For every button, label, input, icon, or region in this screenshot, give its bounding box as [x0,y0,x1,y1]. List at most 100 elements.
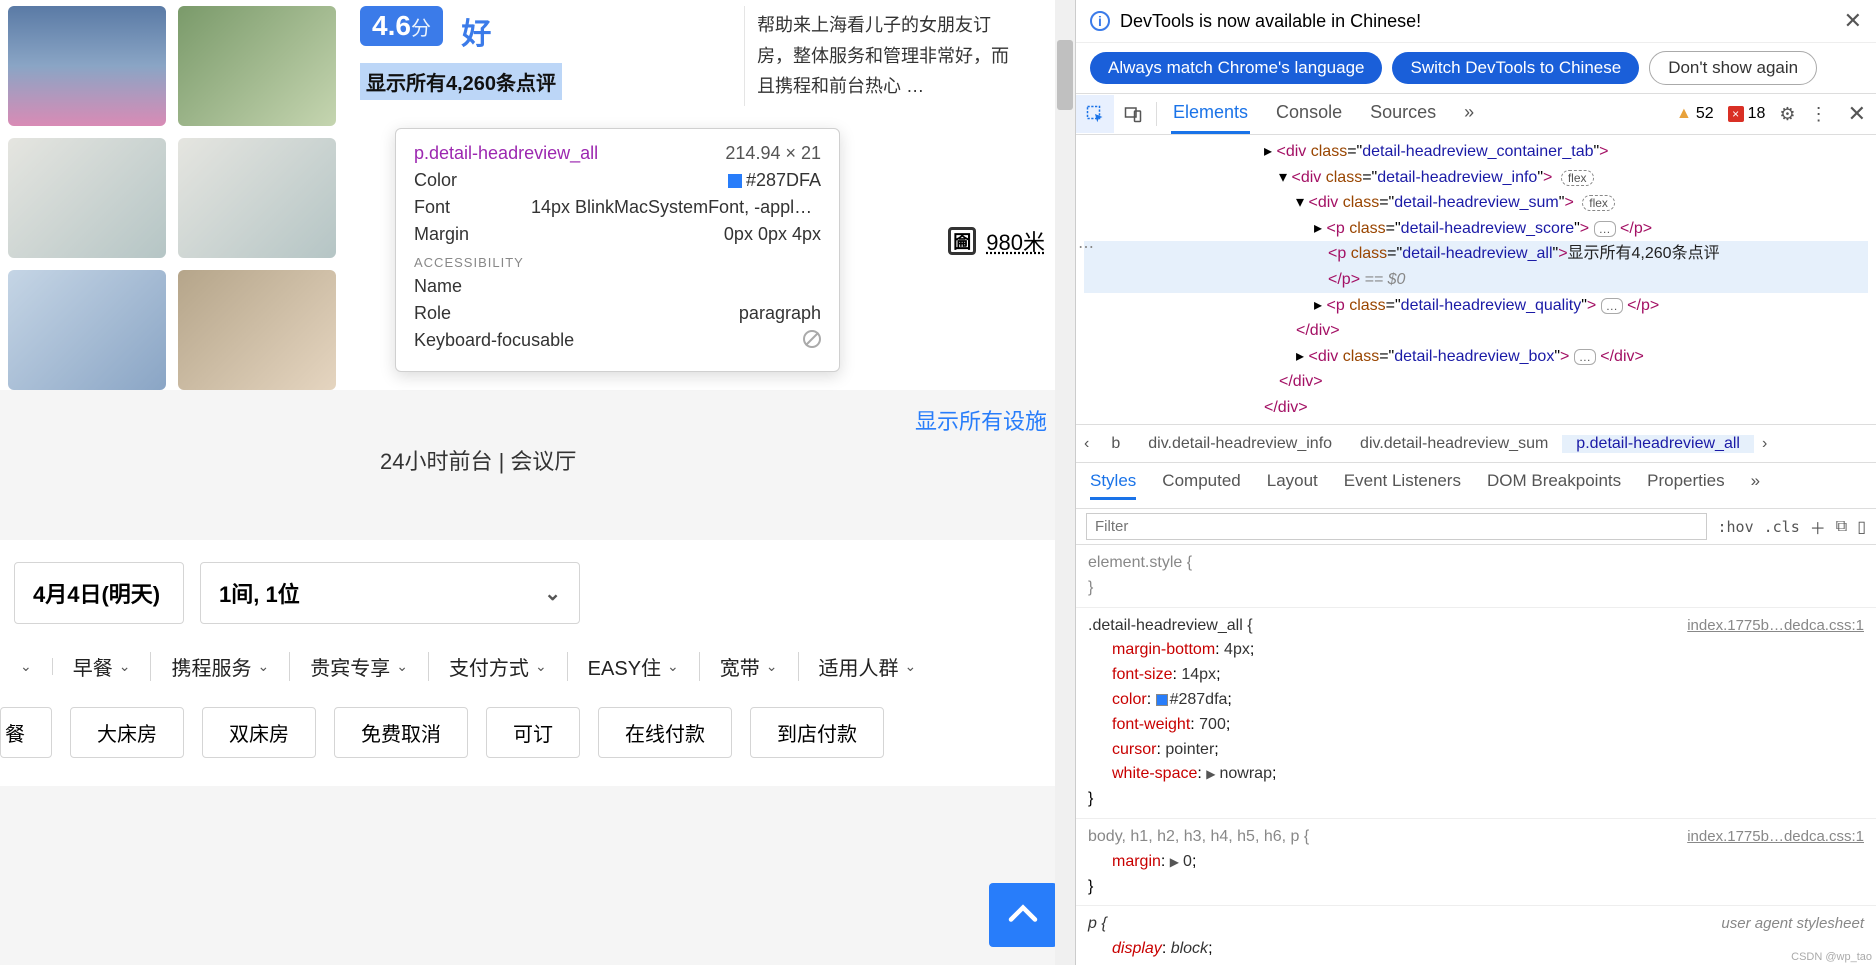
flex-badge[interactable]: flex [1582,195,1615,211]
warning-icon: ▲ [1676,105,1692,123]
dom-node[interactable]: ▸ <p class="detail-headreview_score"> … … [1084,216,1868,242]
breadcrumb-scroll-left[interactable]: ‹ [1076,435,1097,453]
breadcrumb-item-active[interactable]: p.detail-headreview_all [1562,435,1754,453]
filter-easy-stay[interactable]: EASY住⌄ [568,652,700,681]
style-rule[interactable]: index.1775b…dedca.css:1 body, h1, h2, h3… [1076,819,1876,906]
style-rule[interactable]: element.style { } [1076,545,1876,608]
hotel-photo[interactable] [8,138,166,258]
hotel-card: 4.6分 好 显示所有4,260条点评 帮助来上海看儿子的女朋友订房，整体服务和… [0,0,1075,390]
banner-text: DevTools is now available in Chinese! [1120,11,1421,32]
hov-toggle[interactable]: :hov [1717,518,1753,536]
errors-count[interactable]: ×18 [1728,105,1766,123]
dom-node-selected[interactable]: </p> == $0 [1084,267,1868,293]
tab-styles[interactable]: Styles [1090,471,1136,500]
hotel-photo[interactable] [178,270,336,390]
breadcrumb-item[interactable]: b [1097,435,1134,453]
show-all-reviews-link[interactable]: 显示所有4,260条点评 [360,63,562,100]
tab-event-listeners[interactable]: Event Listeners [1344,471,1461,500]
computed-styles-sidebar-icon[interactable]: ⧉ [1836,518,1847,536]
filter-vip[interactable]: 贵宾专享⌄ [290,652,429,681]
dom-breadcrumb[interactable]: ‹ b div.detail-headreview_info div.detai… [1076,425,1876,463]
scrollbar-thumb[interactable] [1057,40,1073,110]
tab-elements[interactable]: Elements [1171,94,1250,134]
hotel-photo[interactable] [8,270,166,390]
ellipsis-icon[interactable]: … [1574,349,1596,365]
always-match-button[interactable]: Always match Chrome's language [1090,52,1382,84]
style-rule-ua[interactable]: user agent stylesheet p { display: block… [1076,906,1876,965]
ellipsis-icon[interactable]: … [1594,221,1616,237]
flex-badge[interactable]: flex [1561,170,1594,186]
warnings-count[interactable]: ▲52 [1676,105,1714,123]
tag-pill[interactable]: 双床房 [202,707,316,758]
hotel-photo[interactable] [178,6,336,126]
filter-row: ⌄ 早餐⌄ 携程服务⌄ 贵宾专享⌄ 支付方式⌄ EASY住⌄ 宽带⌄ 适用人群⌄ [0,634,1075,699]
dom-node-selected[interactable]: <p class="detail-headreview_all">显示所有4,2… [1084,241,1868,267]
filter-wifi[interactable]: 宽带⌄ [700,652,799,681]
inspect-element-button[interactable] [1076,95,1114,133]
tab-sources[interactable]: Sources [1368,94,1438,134]
device-toolbar-button[interactable] [1114,95,1152,133]
tooltip-role-label: Role [414,303,451,324]
tab-overflow[interactable]: » [1462,94,1476,134]
show-all-facilities-link[interactable]: 显示所有设施 [915,404,1047,436]
tag-pill[interactable]: 在线付款 [598,707,732,758]
dom-tree[interactable]: ▸ <div class="detail-headreview_containe… [1076,135,1876,425]
close-devtools-icon[interactable]: ✕ [1848,101,1866,127]
dom-node[interactable]: </div> [1084,369,1868,395]
dom-node[interactable]: </div> [1084,395,1868,421]
hotel-photo[interactable] [178,138,336,258]
tooltip-name-label: Name [414,276,462,297]
chevron-down-icon: ⌄ [20,658,32,675]
style-rule[interactable]: index.1775b…dedca.css:1 .detail-headrevi… [1076,608,1876,819]
dom-node[interactable]: ▾ <div class="detail-headreview_info"> f… [1084,165,1868,191]
guests-picker[interactable]: 1间, 1位 ⌄ [200,562,580,624]
tag-pill[interactable]: 餐 [0,707,52,758]
tag-pill[interactable]: 可订 [486,707,580,758]
tab-console[interactable]: Console [1274,94,1344,134]
dom-node[interactable]: ▸ <div class="detail-headreview_containe… [1084,139,1868,165]
ellipsis-icon[interactable]: … [1601,298,1623,314]
styles-filter-input[interactable] [1086,513,1707,540]
tab-overflow[interactable]: » [1751,471,1760,500]
date-picker[interactable]: 4月4日(明天) [14,562,184,624]
tab-dom-breakpoints[interactable]: DOM Breakpoints [1487,471,1621,500]
cls-toggle[interactable]: .cls [1764,518,1800,536]
settings-icon[interactable]: ⚙ [1779,104,1795,125]
dom-node[interactable]: ▸ <div class="detail-headreview_box"> … … [1084,344,1868,370]
breadcrumb-item[interactable]: div.detail-headreview_sum [1346,435,1562,453]
filter-item[interactable]: ⌄ [0,658,53,675]
tab-computed[interactable]: Computed [1162,471,1240,500]
rule-source-link[interactable]: index.1775b…dedca.css:1 [1687,825,1864,848]
dont-show-button[interactable]: Don't show again [1649,51,1817,85]
filter-guests-type[interactable]: 适用人群⌄ [799,652,937,681]
distance-text[interactable]: 980米 [986,225,1045,257]
color-swatch[interactable] [1156,694,1168,706]
tooltip-font-value: 14px BlinkMacSystemFont, -apple-sy… [531,197,821,218]
filter-payment[interactable]: 支付方式⌄ [429,652,568,681]
tab-layout[interactable]: Layout [1267,471,1318,500]
filter-ctrip-service[interactable]: 携程服务⌄ [151,652,290,681]
show-more-icon[interactable]: ⋯ [1078,235,1094,261]
tag-pill[interactable]: 大床房 [70,707,184,758]
tag-pill[interactable]: 到店付款 [750,707,884,758]
chevron-up-icon [1005,897,1041,933]
new-style-rule-icon[interactable]: ＋ [1810,515,1826,539]
scroll-to-top-button[interactable] [989,883,1057,947]
close-icon[interactable]: ✕ [1844,8,1862,34]
toggle-rendering-icon[interactable]: ▯ [1857,517,1866,537]
vertical-scrollbar[interactable] [1055,0,1075,965]
rule-source-link[interactable]: index.1775b…dedca.css:1 [1687,614,1864,637]
dom-node[interactable]: ▸ <p class="detail-headreview_quality"> … [1084,293,1868,319]
tag-pill[interactable]: 免费取消 [334,707,468,758]
photo-grid [8,6,336,390]
tab-properties[interactable]: Properties [1647,471,1724,500]
breadcrumb-scroll-right[interactable]: › [1754,435,1775,453]
styles-body[interactable]: element.style { } index.1775b…dedca.css:… [1076,545,1876,965]
breadcrumb-item[interactable]: div.detail-headreview_info [1134,435,1346,453]
hotel-photo[interactable] [8,6,166,126]
kebab-menu-icon[interactable]: ⋮ [1810,104,1828,125]
dom-node[interactable]: ▾ <div class="detail-headreview_sum"> fl… [1084,190,1868,216]
dom-node[interactable]: </div> [1084,318,1868,344]
filter-breakfast[interactable]: 早餐⌄ [53,652,152,681]
switch-chinese-button[interactable]: Switch DevTools to Chinese [1392,52,1639,84]
